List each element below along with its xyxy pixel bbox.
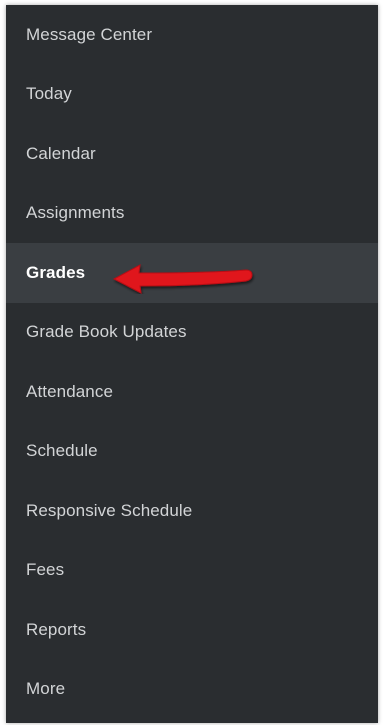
nav-item-label: More bbox=[26, 679, 66, 699]
nav-list: Message Center Today Calendar Assignment… bbox=[6, 5, 378, 719]
nav-item-reports[interactable]: Reports bbox=[6, 600, 378, 660]
nav-item-more[interactable]: More bbox=[6, 660, 378, 720]
screenshot-frame: Message Center Today Calendar Assignment… bbox=[0, 0, 385, 725]
nav-item-attendance[interactable]: Attendance bbox=[6, 362, 378, 422]
nav-item-label: Assignments bbox=[26, 203, 125, 223]
nav-item-today[interactable]: Today bbox=[6, 65, 378, 125]
nav-item-schedule[interactable]: Schedule bbox=[6, 422, 378, 482]
nav-item-label: Schedule bbox=[26, 441, 98, 461]
nav-item-label: Message Center bbox=[26, 24, 153, 44]
nav-item-assignments[interactable]: Assignments bbox=[6, 184, 378, 244]
nav-item-label: Grade Book Updates bbox=[26, 322, 187, 342]
nav-item-label: Fees bbox=[26, 560, 65, 580]
nav-item-message-center[interactable]: Message Center bbox=[6, 5, 378, 65]
nav-item-label: Calendar bbox=[26, 143, 96, 163]
nav-item-label: Responsive Schedule bbox=[26, 500, 193, 520]
nav-item-label: Reports bbox=[26, 619, 87, 639]
red-arrow-icon bbox=[112, 264, 253, 294]
nav-item-responsive-schedule[interactable]: Responsive Schedule bbox=[6, 481, 378, 541]
nav-item-calendar[interactable]: Calendar bbox=[6, 124, 378, 184]
sidebar-nav: Message Center Today Calendar Assignment… bbox=[6, 5, 378, 723]
nav-item-grades[interactable]: Grades bbox=[6, 243, 378, 303]
nav-item-label: Attendance bbox=[26, 381, 114, 401]
nav-item-grade-book-updates[interactable]: Grade Book Updates bbox=[6, 303, 378, 363]
nav-item-fees[interactable]: Fees bbox=[6, 541, 378, 601]
nav-item-label: Today bbox=[26, 84, 72, 104]
nav-item-label: Grades bbox=[26, 262, 86, 282]
